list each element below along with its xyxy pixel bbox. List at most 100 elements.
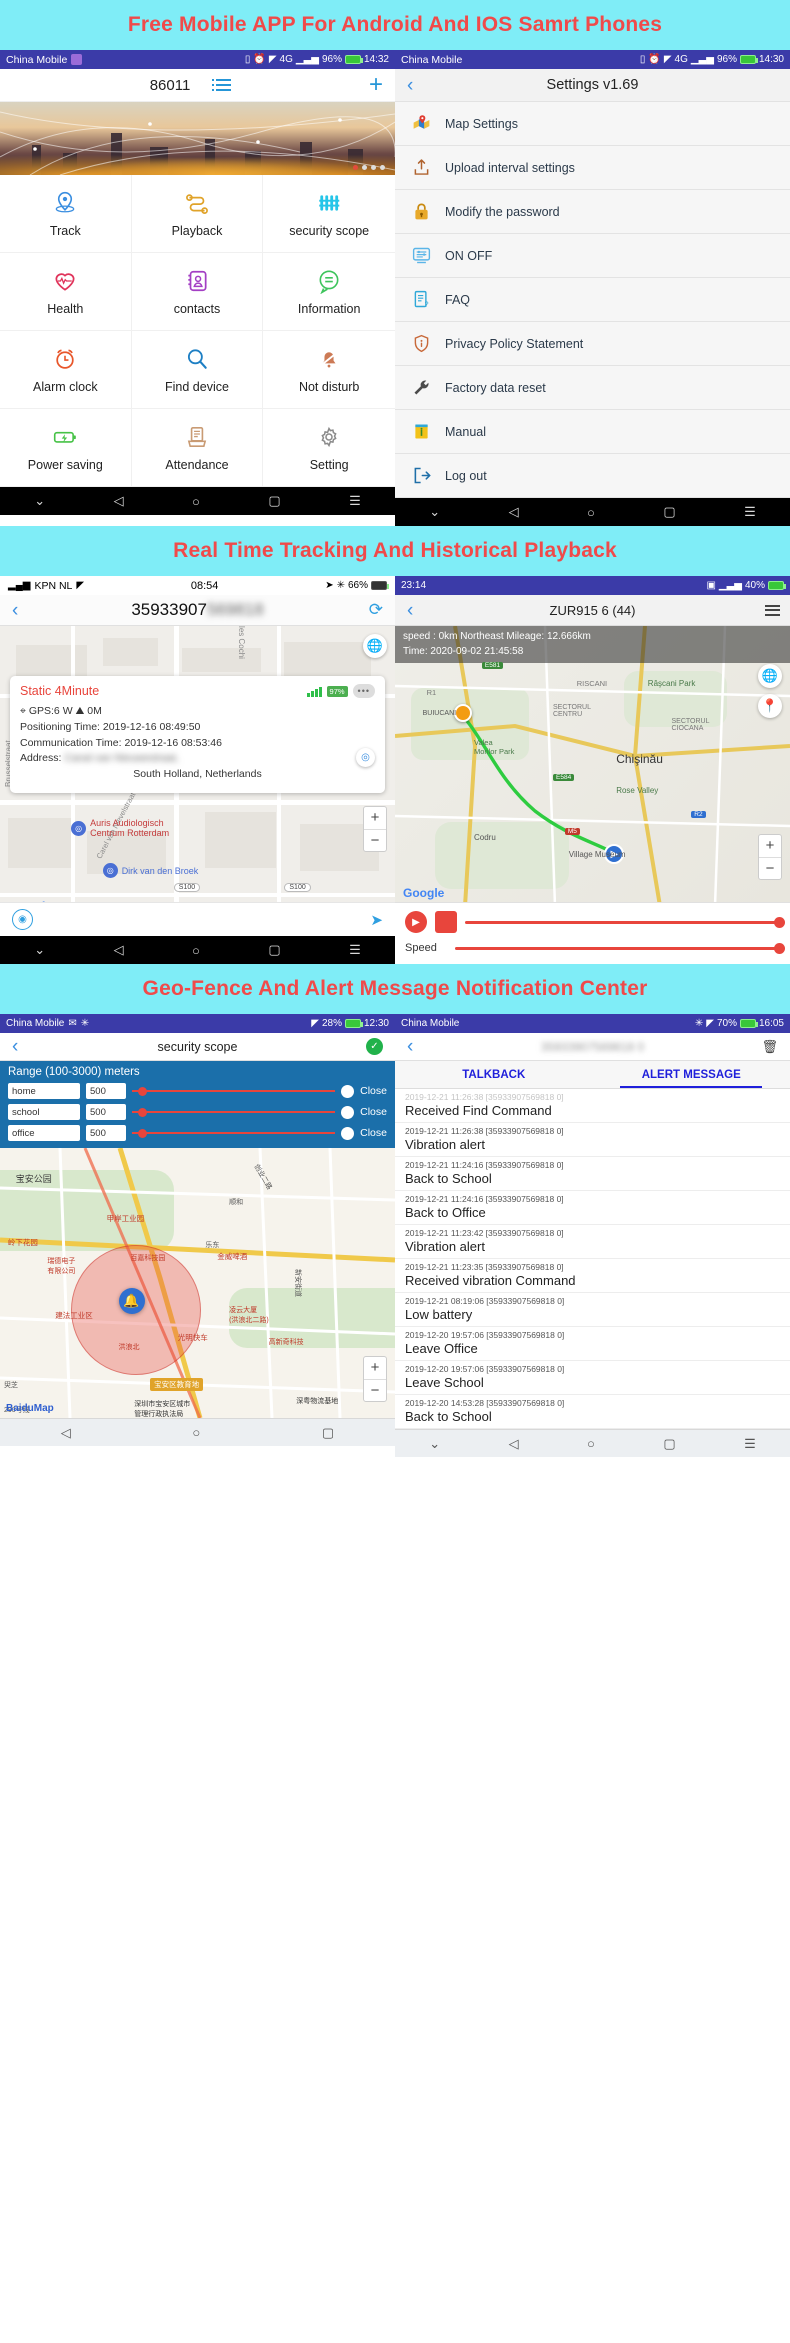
- settings-item-modify-password[interactable]: Modify the password: [395, 190, 790, 234]
- list-item[interactable]: 2019-12-21 11:24:16 [35933907569818 0] B…: [395, 1157, 790, 1191]
- fence-radius-input[interactable]: [86, 1125, 126, 1141]
- square-recents-icon[interactable]: ▢: [268, 493, 280, 509]
- app-tile-setting[interactable]: Setting: [263, 409, 395, 487]
- settings-item-on-off[interactable]: ON OFF: [395, 234, 790, 278]
- fence-radius-slider[interactable]: [132, 1128, 336, 1138]
- lines-menu-icon[interactable]: ☰: [349, 493, 361, 509]
- list-item[interactable]: 2019-12-21 11:26:38 [35933907569818 0] R…: [395, 1089, 790, 1123]
- lines-menu-icon[interactable]: ☰: [744, 1436, 756, 1452]
- zoom-in-button[interactable]: +: [364, 807, 386, 829]
- play-icon[interactable]: ▶: [405, 911, 427, 933]
- tab-talkback[interactable]: TALKBACK: [395, 1061, 593, 1088]
- app-tile-health[interactable]: Health: [0, 253, 132, 331]
- app-tile-alarm-clock[interactable]: Alarm clock: [0, 331, 132, 409]
- settings-item-upload-interval[interactable]: Upload interval settings: [395, 146, 790, 190]
- triangle-back-icon[interactable]: ◁: [509, 504, 519, 520]
- triangle-back-icon[interactable]: ◁: [61, 1425, 71, 1441]
- triangle-back-icon[interactable]: ◁: [114, 493, 124, 509]
- square-recents-icon[interactable]: ▢: [663, 504, 675, 520]
- geofence-map[interactable]: 🔔 宝安公园 岭下花园 瑞德电子 有限公司 百嘉科技园 甲岸工业园 金威啤酒 乐东…: [0, 1148, 395, 1418]
- progress-slider[interactable]: [465, 916, 785, 928]
- zoom-out-button[interactable]: −: [759, 857, 781, 879]
- app-tile-attendance[interactable]: Attendance: [131, 409, 264, 487]
- refresh-icon[interactable]: ⟳: [369, 600, 383, 620]
- globe-icon[interactable]: 🌐: [758, 664, 782, 688]
- circle-home-icon[interactable]: ○: [192, 1425, 200, 1440]
- fence-toggle-radio[interactable]: [341, 1126, 355, 1140]
- square-recents-icon[interactable]: ▢: [268, 942, 280, 958]
- app-tile-not-disturb[interactable]: Not disturb: [263, 331, 395, 409]
- tab-alert-message[interactable]: ALERT MESSAGE: [593, 1061, 790, 1088]
- list-item[interactable]: 2019-12-21 11:26:38 [35933907569818 0] V…: [395, 1123, 790, 1157]
- zoom-out-button[interactable]: −: [364, 828, 386, 851]
- fence-toggle-radio[interactable]: [341, 1105, 355, 1119]
- chevron-down-icon[interactable]: ⌄: [34, 493, 45, 509]
- crosshair-icon[interactable]: ◉: [12, 909, 33, 930]
- circle-home-icon[interactable]: ○: [587, 1436, 595, 1451]
- circle-home-icon[interactable]: ○: [587, 505, 595, 520]
- speed-slider[interactable]: [455, 942, 785, 954]
- geofence-center-marker[interactable]: 🔔: [118, 1288, 145, 1315]
- square-recents-icon[interactable]: ▢: [663, 1436, 675, 1452]
- settings-item-map-settings[interactable]: Map Settings: [395, 102, 790, 146]
- app-tile-information[interactable]: Information: [263, 253, 395, 331]
- chevron-down-icon[interactable]: ⌄: [429, 1436, 440, 1452]
- fence-radius-slider[interactable]: [132, 1086, 336, 1096]
- settings-item-privacy-policy[interactable]: Privacy Policy Statement: [395, 322, 790, 366]
- locate-pin-icon[interactable]: ◎: [356, 747, 375, 767]
- geofence-zoom-controls[interactable]: + −: [363, 1356, 387, 1402]
- fence-toggle-radio[interactable]: [341, 1084, 355, 1098]
- more-options-icon[interactable]: •••: [352, 684, 375, 698]
- square-recents-icon[interactable]: ▢: [322, 1425, 334, 1441]
- alert-message-list[interactable]: 2019-12-21 11:26:38 [35933907569818 0] R…: [395, 1089, 790, 1429]
- app-tile-track[interactable]: Track: [0, 175, 132, 253]
- trash-icon[interactable]: 🗑: [761, 1039, 778, 1055]
- stop-icon[interactable]: [435, 911, 457, 933]
- plus-icon[interactable]: +: [369, 73, 383, 97]
- globe-icon[interactable]: 🌐: [363, 634, 387, 658]
- lines-menu-icon[interactable]: ☰: [349, 942, 361, 958]
- list-item[interactable]: 2019-12-20 14:53:28 [35933907569818 0] B…: [395, 1395, 790, 1429]
- circle-home-icon[interactable]: ○: [192, 943, 200, 958]
- playback-zoom-controls[interactable]: + −: [758, 834, 782, 880]
- fence-name-input[interactable]: [8, 1104, 80, 1120]
- list-item[interactable]: 2019-12-21 08:19:06 [35933907569818 0] L…: [395, 1293, 790, 1327]
- settings-item-log-out[interactable]: Log out: [395, 454, 790, 498]
- fence-radius-input[interactable]: [86, 1104, 126, 1120]
- app-tile-security-scope[interactable]: security scope: [263, 175, 395, 253]
- settings-item-factory-reset[interactable]: Factory data reset: [395, 366, 790, 410]
- lines-menu-icon[interactable]: ☰: [744, 504, 756, 520]
- playback-map[interactable]: ▶ speed : 0km Northeast Mileage: 12.666k…: [395, 626, 790, 906]
- list-item[interactable]: 2019-12-21 11:23:42 [35933907569818 0] V…: [395, 1225, 790, 1259]
- app-tile-find-device[interactable]: Find device: [131, 331, 264, 409]
- list-item[interactable]: 2019-12-20 19:57:06 [35933907569818 0] L…: [395, 1327, 790, 1361]
- zoom-in-button[interactable]: +: [759, 835, 781, 857]
- list-item[interactable]: 2019-12-21 11:24:16 [35933907569818 0] B…: [395, 1191, 790, 1225]
- list-item[interactable]: 2019-12-20 19:57:06 [35933907569818 0] L…: [395, 1361, 790, 1395]
- settings-item-faq[interactable]: ? FAQ: [395, 278, 790, 322]
- app-tile-contacts[interactable]: contacts: [131, 253, 264, 331]
- poi-dirk[interactable]: ◎ Dirk van den Broek: [102, 863, 198, 878]
- chevron-down-icon[interactable]: ⌄: [34, 942, 45, 958]
- fence-name-input[interactable]: [8, 1125, 80, 1141]
- fence-radius-input[interactable]: [86, 1083, 126, 1099]
- triangle-back-icon[interactable]: ◁: [114, 942, 124, 958]
- zoom-in-button[interactable]: +: [364, 1357, 386, 1379]
- list-item[interactable]: 2019-12-21 11:23:35 [35933907569818 0] R…: [395, 1259, 790, 1293]
- zoom-out-button[interactable]: −: [364, 1379, 386, 1401]
- pin-icon[interactable]: 📍: [758, 694, 782, 718]
- list-icon[interactable]: [212, 79, 232, 91]
- check-icon[interactable]: ✓: [366, 1038, 383, 1055]
- circle-home-icon[interactable]: ○: [192, 494, 200, 509]
- chevron-down-icon[interactable]: ⌄: [429, 504, 440, 520]
- triangle-back-icon[interactable]: ◁: [509, 1436, 519, 1452]
- app-tile-power-saving[interactable]: Power saving: [0, 409, 132, 487]
- navigate-icon[interactable]: ➤: [370, 911, 383, 929]
- app-tile-playback[interactable]: Playback: [131, 175, 264, 253]
- fence-name-input[interactable]: [8, 1083, 80, 1099]
- poi-auris[interactable]: ◎ Auris Audiologisch Centrum Rotterdam: [71, 818, 169, 838]
- hamburger-icon[interactable]: [765, 604, 780, 616]
- fence-radius-slider[interactable]: [132, 1107, 336, 1117]
- track-map[interactable]: les Cochi an Blanc Brusselstraat Carel v…: [0, 626, 395, 936]
- settings-item-manual[interactable]: Manual: [395, 410, 790, 454]
